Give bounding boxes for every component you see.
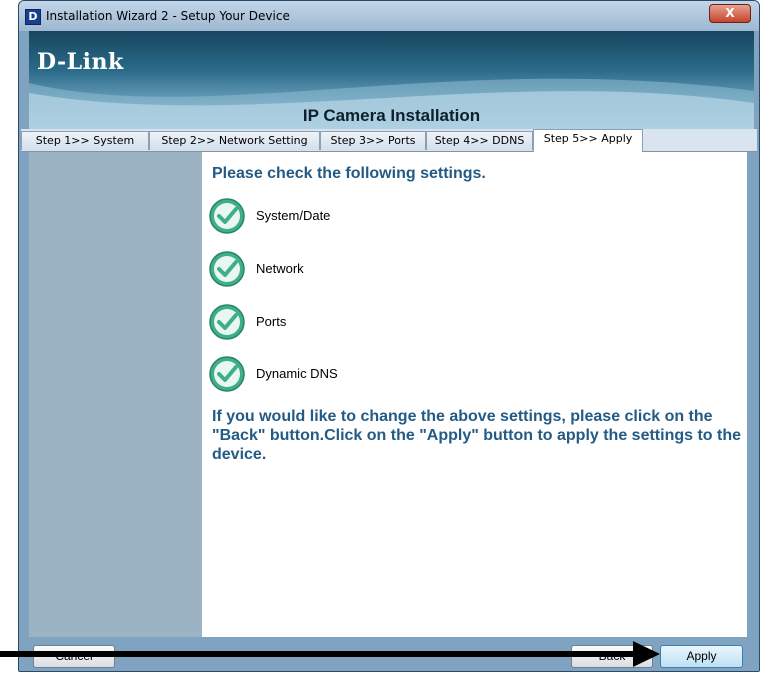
banner-title: IP Camera Installation <box>302 106 481 125</box>
tab-step-2-network-setting[interactable]: Step 2>> Network Setting <box>149 131 320 150</box>
check-item-system-date: System/Date <box>208 197 508 235</box>
tab-step-5-apply[interactable]: Step 5>> Apply <box>533 129 643 152</box>
checkmark-icon <box>209 356 245 392</box>
checkmark-icon <box>209 304 245 340</box>
dlink-app-icon: D <box>25 9 41 25</box>
apply-button[interactable]: Apply <box>660 645 743 668</box>
settings-summary-panel: Please check the following settings. Sys… <box>202 152 747 637</box>
header-banner: D-Link IP Camera Installation <box>29 31 754 129</box>
cancel-button[interactable]: Cancel <box>33 645 115 668</box>
wizard-window: D Installation Wizard 2 - Setup Your Dev… <box>18 0 760 672</box>
tab-step-4-ddns[interactable]: Step 4>> DDNS <box>426 131 533 150</box>
window-title: Installation Wizard 2 - Setup Your Devic… <box>46 9 290 23</box>
checkmark-icon <box>209 251 245 287</box>
dlink-logo: D-Link <box>37 49 124 75</box>
check-label-dynamic-dns: Dynamic DNS <box>256 366 338 381</box>
close-button[interactable]: X <box>709 4 751 23</box>
check-label-network: Network <box>256 261 304 276</box>
button-bar: Cancel Back Apply <box>19 637 759 671</box>
check-item-ports: Ports <box>208 303 508 341</box>
apply-instructions: If you would like to change the above se… <box>212 408 742 463</box>
step-tabs: Step 1>> System Step 2>> Network Setting… <box>21 129 757 152</box>
summary-heading: Please check the following settings. <box>212 165 486 182</box>
check-item-dynamic-dns: Dynamic DNS <box>208 355 508 393</box>
check-item-network: Network <box>208 250 508 288</box>
back-button[interactable]: Back <box>571 645 653 668</box>
tab-step-3-ports[interactable]: Step 3>> Ports <box>320 131 426 150</box>
check-label-ports: Ports <box>256 314 287 329</box>
checkmark-icon <box>209 198 245 234</box>
left-panel <box>29 152 202 637</box>
tab-step-1-system[interactable]: Step 1>> System <box>21 131 149 150</box>
check-label-system-date: System/Date <box>256 208 331 223</box>
title-bar[interactable]: D Installation Wizard 2 - Setup Your Dev… <box>19 1 759 31</box>
